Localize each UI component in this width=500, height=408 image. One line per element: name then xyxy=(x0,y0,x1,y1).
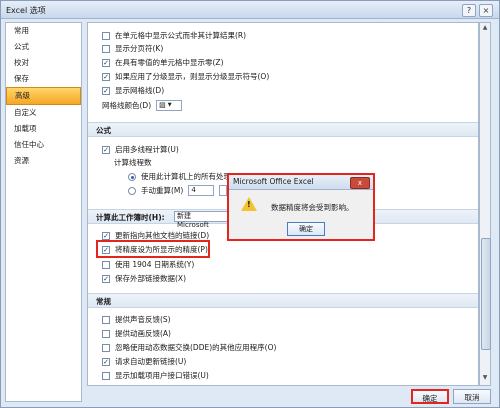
option-show-formulas[interactable]: 在单元格中显示公式而非其计算结果(R) xyxy=(102,29,246,42)
sidebar-item-save[interactable]: 保存 xyxy=(6,71,81,87)
option-show-outline[interactable]: ✓ 如果应用了分级显示，则显示分级显示符号(O) xyxy=(102,70,269,83)
option-show-gridlines[interactable]: ✓ 显示网格线(D) xyxy=(102,84,164,97)
dialog-ok-button[interactable]: 确定 xyxy=(287,222,325,236)
scroll-thumb[interactable] xyxy=(481,238,491,350)
exclamation-icon: ! xyxy=(247,200,251,209)
option-show-zero[interactable]: ✓ 在具有零值的单元格中显示零(Z) xyxy=(102,56,224,69)
chevron-down-icon: ▼ xyxy=(167,102,172,108)
option-manual-threads[interactable]: 手动重算(M) 4 xyxy=(128,184,228,197)
radio[interactable] xyxy=(128,186,136,195)
checkbox-checked[interactable]: ✓ xyxy=(102,145,110,154)
option-sound-feedback[interactable]: 提供声音反馈(S) xyxy=(102,313,171,326)
checkbox-checked[interactable]: ✓ xyxy=(102,231,110,240)
checkbox[interactable] xyxy=(102,343,110,352)
checkbox-checked[interactable]: ✓ xyxy=(102,72,110,81)
option-auto-update-links[interactable]: ✓ 请求自动更新链接(U) xyxy=(102,355,186,368)
option-ignore-dde[interactable]: 忽略使用动态数据交换(DDE)的其他应用程序(O) xyxy=(102,341,276,354)
dialog-close-button[interactable]: x xyxy=(350,177,370,189)
checkbox[interactable] xyxy=(102,329,110,338)
section-general: 常规 xyxy=(88,293,478,308)
checkbox[interactable] xyxy=(102,371,110,380)
help-button[interactable]: ? xyxy=(462,4,476,17)
option-use-1904[interactable]: 使用 1904 日期系统(Y) xyxy=(102,258,194,271)
option-show-page-breaks[interactable]: 显示分页符(K) xyxy=(102,42,163,55)
excel-options-window: Excel 选项 ? × 常用 公式 校对 保存 高级 自定义 加载项 信任中心… xyxy=(0,0,500,408)
sidebar-item-addins[interactable]: 加载项 xyxy=(6,121,81,137)
sidebar-item-trust-center[interactable]: 信任中心 xyxy=(6,137,81,153)
sidebar-item-proofing[interactable]: 校对 xyxy=(6,55,81,71)
checkbox-checked[interactable]: ✓ xyxy=(102,86,110,95)
checkbox[interactable] xyxy=(102,315,110,324)
window-title: Excel 选项 xyxy=(6,6,46,15)
manual-threads-input[interactable]: 4 xyxy=(188,185,215,196)
scroll-up-icon[interactable]: ▲ xyxy=(481,24,489,34)
checkbox-checked[interactable]: ✓ xyxy=(102,274,110,283)
checkbox-checked[interactable]: ✓ xyxy=(102,357,110,366)
checkbox[interactable] xyxy=(102,260,110,269)
sidebar-item-advanced[interactable]: 高级 xyxy=(6,87,81,105)
radio-selected[interactable] xyxy=(128,172,136,181)
sidebar-item-popular[interactable]: 常用 xyxy=(6,23,81,39)
sidebar-item-customize[interactable]: 自定义 xyxy=(6,105,81,121)
checkbox-checked[interactable]: ✓ xyxy=(102,58,110,67)
checkbox[interactable] xyxy=(102,44,110,53)
close-button[interactable]: × xyxy=(479,4,493,17)
threads-label: 计算线程数 xyxy=(114,158,152,167)
option-animation-feedback[interactable]: 提供动画反馈(A) xyxy=(102,327,171,340)
option-show-addin-errors[interactable]: 显示加载项用户接口错误(U) xyxy=(102,369,209,382)
option-multithread[interactable]: ✓ 启用多线程计算(U) xyxy=(102,143,179,156)
paint-bucket-icon: ▨ xyxy=(159,101,166,109)
checkbox[interactable] xyxy=(102,31,110,40)
ok-button[interactable]: 确定 xyxy=(411,389,449,404)
title-bar: Excel 选项 ? × xyxy=(1,1,499,19)
section-formulas: 公式 xyxy=(88,122,478,137)
highlight-box-precision xyxy=(96,240,210,258)
options-sidebar: 常用 公式 校对 保存 高级 自定义 加载项 信任中心 资源 xyxy=(5,22,82,402)
precision-warning-dialog: Microsoft Office Excel x ! 数据精度将会受到影响。 确… xyxy=(227,173,375,241)
sidebar-item-formulas[interactable]: 公式 xyxy=(6,39,81,55)
vertical-scrollbar[interactable]: ▲ ▼ xyxy=(479,22,491,386)
gridline-color-row: 网格线颜色(D) ▨ ▼ xyxy=(102,99,183,112)
gridline-color-picker[interactable]: ▨ ▼ xyxy=(156,100,183,111)
option-save-external[interactable]: ✓ 保存外部链接数据(X) xyxy=(102,272,186,285)
scroll-down-icon[interactable]: ▼ xyxy=(481,374,489,384)
cancel-button[interactable]: 取消 xyxy=(453,389,491,404)
workbook-select[interactable]: 新建 Microsoft xyxy=(174,211,228,229)
sidebar-item-resources[interactable]: 资源 xyxy=(6,153,81,169)
dialog-message: 数据精度将会受到影响。 xyxy=(271,203,354,212)
